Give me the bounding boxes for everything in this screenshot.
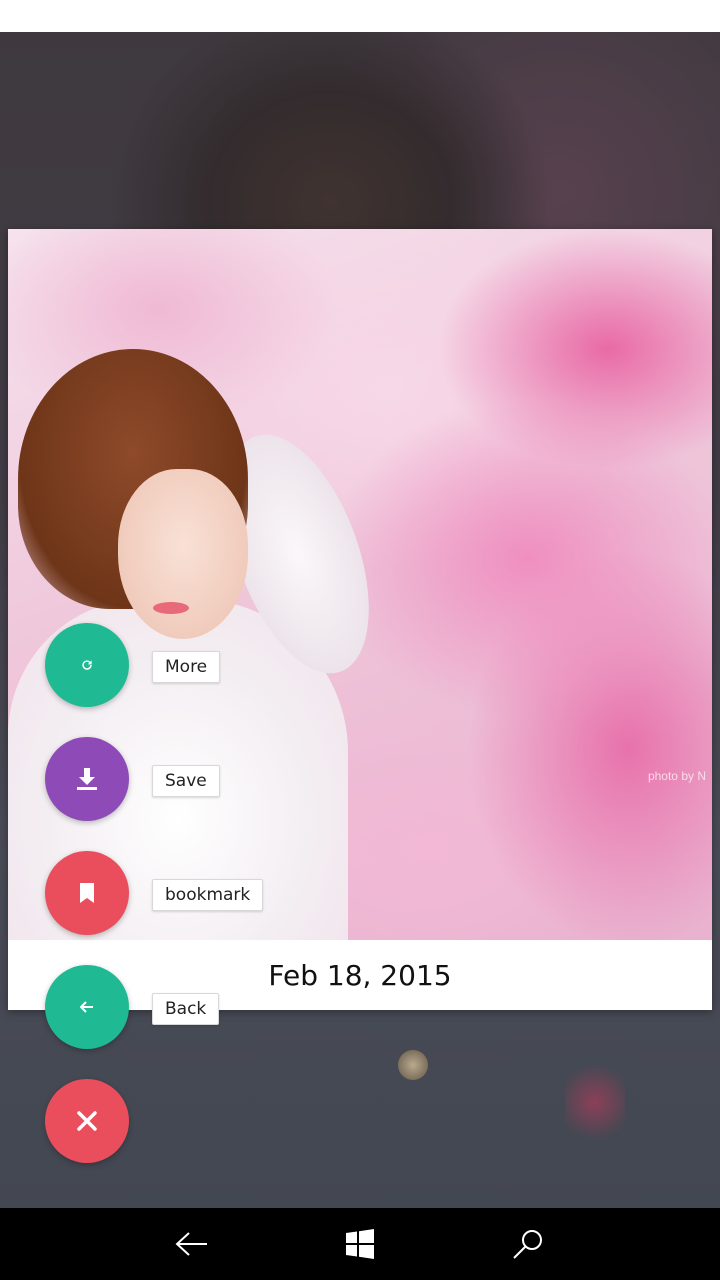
nav-back-button[interactable] [152, 1208, 232, 1280]
nav-home-button[interactable] [320, 1208, 400, 1280]
save-button[interactable] [45, 737, 129, 821]
search-icon [513, 1230, 542, 1259]
back-arrow-icon [175, 1232, 207, 1256]
bookmark-icon [80, 883, 94, 903]
photo-watermark: photo by N [647, 769, 706, 783]
bookmark-label[interactable]: bookmark [152, 879, 264, 911]
save-label[interactable]: Save [152, 765, 220, 797]
arrow-left-icon [80, 1001, 93, 1013]
nav-search-button[interactable] [488, 1208, 568, 1280]
bookmark-button[interactable] [45, 851, 129, 935]
windows-icon [346, 1229, 374, 1259]
close-menu-button[interactable] [45, 1079, 129, 1163]
back-label[interactable]: Back [152, 993, 220, 1025]
back-button[interactable] [45, 965, 129, 1049]
refresh-icon [82, 660, 92, 670]
card-photo[interactable]: photo by N [8, 229, 712, 940]
close-icon [77, 1111, 97, 1131]
system-nav-bar [0, 1208, 720, 1280]
more-label[interactable]: More [152, 651, 221, 683]
more-button[interactable] [45, 623, 129, 707]
download-icon [77, 768, 97, 790]
status-bar [0, 0, 720, 32]
